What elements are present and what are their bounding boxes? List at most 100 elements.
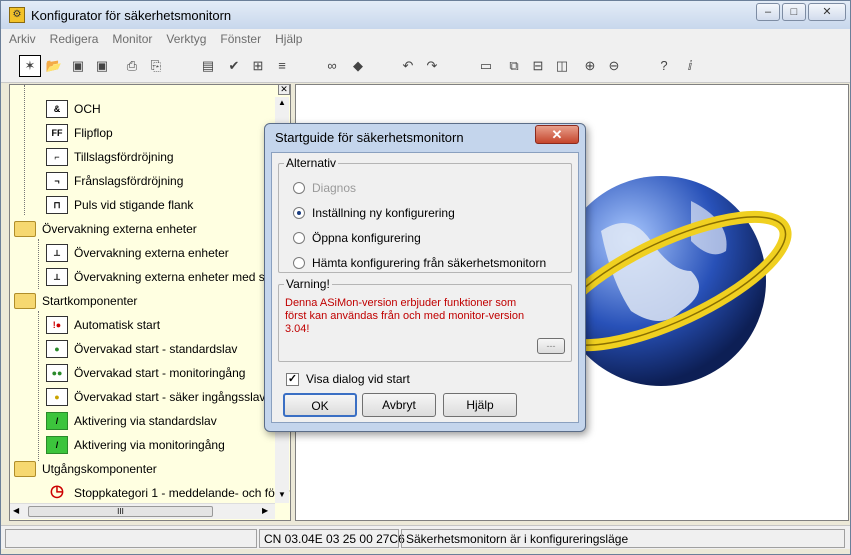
binoculars-icon[interactable]: ∞: [321, 55, 343, 77]
print-setup-icon[interactable]: ⎘: [145, 55, 167, 77]
tree-item-label: Tillslagsfördröjning: [74, 150, 174, 164]
checkbox-label: Visa dialog vid start: [306, 372, 410, 386]
radio-label: Öppna konfigurering: [312, 231, 421, 245]
status-bar: CN 03.04E 03 25 00 27C6 Säkerhetsmonitor…: [1, 525, 850, 549]
start-button-icon: ●●: [46, 364, 68, 382]
tree-item-franslag[interactable]: ¬ Frånslagsfördröjning: [46, 170, 183, 192]
cascade-icon[interactable]: ⧉: [503, 55, 525, 77]
tree-item-label: Övervakad start - säker ingångsslav: [74, 390, 266, 404]
window-icon[interactable]: ▭: [475, 55, 497, 77]
tile-horizontal-icon[interactable]: ⊟: [527, 55, 549, 77]
menu-verktyg[interactable]: Verktyg: [166, 32, 206, 46]
tree-folder-overvakning[interactable]: Övervakning externa enheter: [14, 218, 197, 240]
minimize-button[interactable]: –: [756, 3, 780, 21]
off-delay-icon: ¬: [46, 172, 68, 190]
tree-item-aktivering-monitoringang[interactable]: / Aktivering via monitoringång: [46, 434, 225, 456]
activation-icon: /: [46, 412, 68, 430]
component-tree-pane: & OCH FF Flipflop ⌐ Tillslagsfördröjning ¬ F…: [9, 84, 291, 521]
tree-item-label: Startkomponenter: [42, 294, 138, 308]
tree-item-flipflop[interactable]: FF Flipflop: [46, 122, 113, 144]
close-button[interactable]: ✕: [808, 3, 846, 21]
scroll-left-icon[interactable]: ◀: [13, 506, 19, 515]
radio-oppna[interactable]: Öppna konfigurering: [293, 231, 421, 245]
tree-item-label: Flipflop: [74, 126, 113, 140]
tree-item-label: Frånslagsfördröjning: [74, 174, 184, 188]
alternativ-group: Alternativ Diagnos Inställning ny konfig…: [278, 156, 572, 273]
tree-line: [38, 311, 39, 461]
tree-item-stoppkategori-1[interactable]: ◷ Stoppkategori 1 - meddelande- och fördr…: [46, 482, 290, 504]
tree-item-label: Övervakad start - monitoringång: [74, 366, 246, 380]
help-icon[interactable]: ?: [653, 55, 675, 77]
ok-button[interactable]: OK: [283, 393, 357, 417]
tree-item-label: OCH: [74, 102, 101, 116]
undo-icon[interactable]: ↶: [397, 55, 419, 77]
menu-redigera[interactable]: Redigera: [50, 32, 99, 46]
warning-text: Denna ASiMon-version erbjuder funktioner…: [285, 297, 525, 335]
tree-item-start-standardslav[interactable]: ● Övervakad start - standardslav: [46, 338, 237, 360]
checkmark-icon: ✓: [286, 372, 299, 386]
radio-ny-konfigurering[interactable]: Inställning ny konfigurering: [293, 206, 455, 220]
tree-horizontal-scrollbar[interactable]: ◀ III ▶: [10, 503, 275, 519]
tree-item-label: Aktivering via monitoringång: [74, 438, 225, 452]
folder-icon: [14, 461, 36, 477]
context-help-icon[interactable]: ⅈ: [679, 55, 701, 77]
tree-item-tillslag[interactable]: ⌐ Tillslagsfördröjning: [46, 146, 174, 168]
clock-icon: ◷: [50, 483, 64, 500]
help-button[interactable]: Hjälp: [443, 393, 517, 417]
scroll-down-icon[interactable]: ▼: [277, 491, 287, 499]
radio-circle-icon: [293, 182, 305, 194]
tree-item-automatisk-start[interactable]: !● Automatisk start: [46, 314, 160, 336]
tree-item-label: Utgångskomponenter: [42, 462, 157, 476]
show-on-start-checkbox[interactable]: ✓ Visa dialog vid start: [286, 372, 410, 386]
scroll-right-icon[interactable]: ▶: [262, 506, 268, 515]
tree-item-aktivering-standardslav[interactable]: / Aktivering via standardslav: [46, 410, 217, 432]
tree-item-label: Övervakning externa enheter: [42, 222, 197, 236]
print-icon[interactable]: ⎙: [121, 55, 143, 77]
menu-hjalp[interactable]: Hjälp: [275, 32, 302, 46]
scroll-up-icon[interactable]: ▲: [277, 99, 287, 107]
tree-item-start-monitoringang[interactable]: ●● Övervakad start - monitoringång: [46, 362, 245, 384]
menu-fonster[interactable]: Fönster: [220, 32, 261, 46]
scroll-thumb[interactable]: III: [28, 506, 213, 517]
tree-folder-utgang[interactable]: Utgångskomponenter: [14, 458, 157, 480]
redo-icon[interactable]: ↷: [421, 55, 443, 77]
zoom-out-icon[interactable]: ⊖: [603, 55, 625, 77]
tree-item-och[interactable]: & OCH: [46, 98, 101, 120]
tree-line: [24, 85, 25, 215]
monitor-icon[interactable]: ▤: [197, 55, 219, 77]
activation-icon: /: [46, 436, 68, 454]
dialog-close-button[interactable]: ✕: [535, 125, 579, 144]
dialog-title: Startguide för säkerhetsmonitorn: [275, 130, 464, 145]
menu-monitor[interactable]: Monitor: [112, 32, 152, 46]
document-icon[interactable]: ≡: [271, 55, 293, 77]
folder-icon: [14, 293, 36, 309]
pane-close-icon[interactable]: ✕: [278, 84, 290, 95]
cancel-button[interactable]: Avbryt: [362, 393, 436, 417]
tree-folder-start[interactable]: Startkomponenter: [14, 290, 137, 312]
radio-diagnos[interactable]: Diagnos: [293, 181, 356, 195]
save-as-icon[interactable]: ▣: [91, 55, 113, 77]
start-button-icon: ●: [46, 340, 68, 358]
diagnosis-icon[interactable]: ◆: [347, 55, 369, 77]
flipflop-icon: FF: [46, 124, 68, 142]
radio-hamta[interactable]: Hämta konfigurering från säkerhetsmonito…: [293, 256, 546, 270]
tree-item-overvakning-1[interactable]: ⟂ Övervakning externa enheter: [46, 242, 229, 264]
maximize-button[interactable]: □: [782, 3, 806, 21]
tree-item-label: Övervakning externa enheter: [74, 246, 229, 260]
app-icon: ⚙: [9, 7, 25, 23]
zoom-in-icon[interactable]: ⊕: [579, 55, 601, 77]
tree-item-puls[interactable]: ⊓ Puls vid stigande flank: [46, 194, 193, 216]
new-file-icon[interactable]: ✶: [19, 55, 41, 77]
check-icon[interactable]: ✔: [223, 55, 245, 77]
more-button[interactable]: ---: [537, 338, 565, 354]
menu-arkiv[interactable]: Arkiv: [9, 32, 36, 46]
tree-item-label: Övervakad start - standardslav: [74, 342, 238, 356]
open-folder-icon[interactable]: 📂: [43, 55, 65, 77]
status-empty: [5, 529, 257, 548]
tree-icon[interactable]: ⊞: [247, 55, 269, 77]
on-delay-icon: ⌐: [46, 148, 68, 166]
tree-item-overvakning-2[interactable]: ⟂ Övervakning externa enheter med standsl…: [46, 266, 290, 288]
tree-item-start-saker[interactable]: ● Övervakad start - säker ingångsslav: [46, 386, 265, 408]
save-icon[interactable]: ▣: [67, 55, 89, 77]
tile-vertical-icon[interactable]: ◫: [551, 55, 573, 77]
